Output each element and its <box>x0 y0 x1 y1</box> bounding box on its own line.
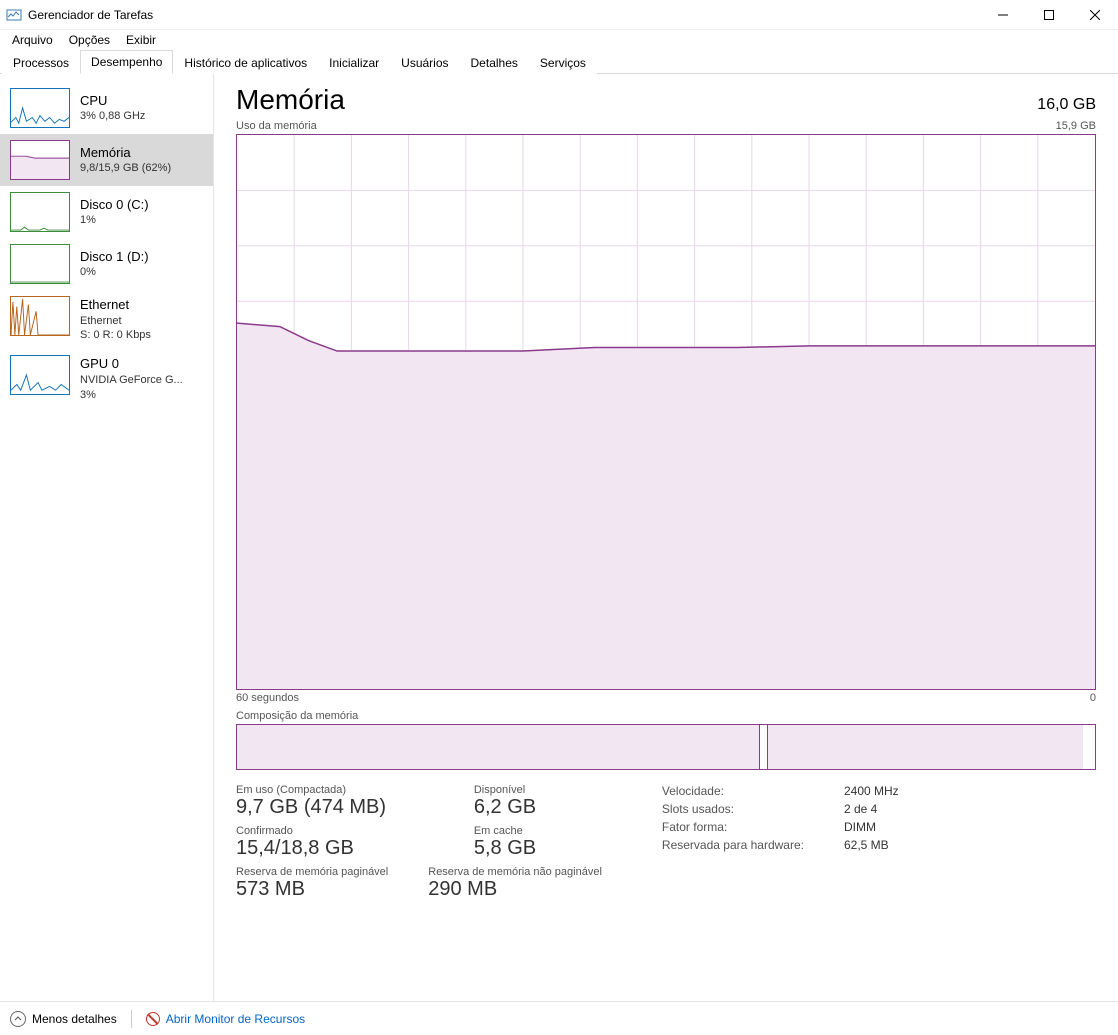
minimize-button[interactable] <box>980 0 1026 30</box>
stats-right: Velocidade: 2400 MHz Slots usados: 2 de … <box>662 784 899 901</box>
gpu-sub2: 3% <box>80 388 183 403</box>
sidebar-item-disco0[interactable]: Disco 0 (C:) 1% <box>0 186 213 238</box>
disk1-title: Disco 1 (D:) <box>80 248 149 266</box>
close-button[interactable] <box>1072 0 1118 30</box>
content-area: CPU 3% 0,88 GHz Memória 9,8/15,9 GB (62%… <box>0 74 1118 1001</box>
stat-paged: Reserva de memória paginável 573 MB <box>236 866 388 901</box>
sidebar-item-ethernet[interactable]: Ethernet Ethernet S: 0 R: 0 Kbps <box>0 290 213 349</box>
disk1-sub: 0% <box>80 265 149 280</box>
fewer-details-label: Menos detalhes <box>32 1012 117 1026</box>
sidebar-item-disco1[interactable]: Disco 1 (D:) 0% <box>0 238 213 290</box>
tab-desempenho[interactable]: Desempenho <box>80 50 173 74</box>
tab-processos[interactable]: Processos <box>2 51 80 74</box>
cpu-title: CPU <box>80 92 145 110</box>
tab-detalhes[interactable]: Detalhes <box>460 51 529 74</box>
detail-pane: Memória 16,0 GB Uso da memória 15,9 GB <box>214 74 1118 1001</box>
tab-inicializar[interactable]: Inicializar <box>318 51 390 74</box>
speed-value: 2400 MHz <box>844 784 899 798</box>
footer-separator <box>131 1010 132 1028</box>
fewer-details-button[interactable]: Menos detalhes <box>10 1011 117 1027</box>
stats-area: Em uso (Compactada) 9,7 GB (474 MB) Disp… <box>236 784 1096 901</box>
chart-top-right-label: 15,9 GB <box>1056 120 1096 132</box>
eth-sub2: S: 0 R: 0 Kbps <box>80 328 151 343</box>
hw-label: Reservada para hardware: <box>662 838 804 852</box>
chart-bottom-left-label: 60 segundos <box>236 692 299 704</box>
maximize-button[interactable] <box>1026 0 1072 30</box>
menu-file[interactable]: Arquivo <box>4 31 61 49</box>
tab-servicos[interactable]: Serviços <box>529 51 597 74</box>
speed-label: Velocidade: <box>662 784 804 798</box>
form-label: Fator forma: <box>662 820 804 834</box>
resource-monitor-label: Abrir Monitor de Recursos <box>166 1012 305 1026</box>
stat-available: Disponível 6,2 GB <box>474 784 602 819</box>
open-resource-monitor-button[interactable]: Abrir Monitor de Recursos <box>146 1012 305 1026</box>
memory-usage-chart[interactable] <box>236 134 1096 690</box>
chevron-up-icon <box>10 1011 26 1027</box>
disk0-sub: 1% <box>80 213 149 228</box>
disk1-thumb-icon <box>10 244 70 284</box>
cpu-sub: 3% 0,88 GHz <box>80 109 145 124</box>
window-title: Gerenciador de Tarefas <box>28 8 980 22</box>
mem-thumb-icon <box>10 140 70 180</box>
menu-bar: Arquivo Opções Exibir <box>0 30 1118 50</box>
detail-total: 16,0 GB <box>1037 96 1096 114</box>
comp-in-use-segment <box>237 725 760 769</box>
mem-sub: 9,8/15,9 GB (62%) <box>80 161 171 176</box>
menu-view[interactable]: Exibir <box>118 31 164 49</box>
mem-title: Memória <box>80 144 171 162</box>
comp-free-segment <box>1083 725 1095 769</box>
hw-value: 62,5 MB <box>844 838 899 852</box>
comp-standby-segment <box>768 725 1083 769</box>
slots-label: Slots usados: <box>662 802 804 816</box>
resource-monitor-icon <box>146 1012 160 1026</box>
comp-gap-segment <box>760 725 768 769</box>
eth-thumb-icon <box>10 296 70 336</box>
gpu-title: GPU 0 <box>80 355 183 373</box>
disk0-title: Disco 0 (C:) <box>80 196 149 214</box>
title-bar: Gerenciador de Tarefas <box>0 0 1118 30</box>
disk0-thumb-icon <box>10 192 70 232</box>
menu-options[interactable]: Opções <box>61 31 118 49</box>
sidebar-item-memoria[interactable]: Memória 9,8/15,9 GB (62%) <box>0 134 213 186</box>
eth-sub: Ethernet <box>80 314 151 329</box>
eth-title: Ethernet <box>80 296 151 314</box>
stat-committed: Confirmado 15,4/18,8 GB <box>236 825 452 860</box>
detail-title: Memória <box>236 84 345 116</box>
memory-composition-chart[interactable] <box>236 724 1096 770</box>
gpu-sub: NVIDIA GeForce G... <box>80 373 183 388</box>
app-icon <box>6 7 22 23</box>
tab-strip: Processos Desempenho Histórico de aplica… <box>0 50 1118 74</box>
footer-bar: Menos detalhes Abrir Monitor de Recursos <box>0 1001 1118 1035</box>
form-value: DIMM <box>844 820 899 834</box>
sidebar-item-gpu[interactable]: GPU 0 NVIDIA GeForce G... 3% <box>0 349 213 408</box>
tab-historico[interactable]: Histórico de aplicativos <box>173 51 318 74</box>
performance-sidebar: CPU 3% 0,88 GHz Memória 9,8/15,9 GB (62%… <box>0 74 214 1001</box>
stat-nonpaged: Reserva de memória não paginável 290 MB <box>428 866 602 901</box>
window-controls <box>980 0 1118 30</box>
sidebar-item-cpu[interactable]: CPU 3% 0,88 GHz <box>0 82 213 134</box>
chart-top-left-label: Uso da memória <box>236 120 317 132</box>
composition-label: Composição da memória <box>236 710 1096 722</box>
stat-in-use: Em uso (Compactada) 9,7 GB (474 MB) <box>236 784 452 819</box>
slots-value: 2 de 4 <box>844 802 899 816</box>
chart-bottom-right-label: 0 <box>1090 692 1096 704</box>
cpu-thumb-icon <box>10 88 70 128</box>
gpu-thumb-icon <box>10 355 70 395</box>
stat-cached: Em cache 5,8 GB <box>474 825 602 860</box>
tab-usuarios[interactable]: Usuários <box>390 51 459 74</box>
